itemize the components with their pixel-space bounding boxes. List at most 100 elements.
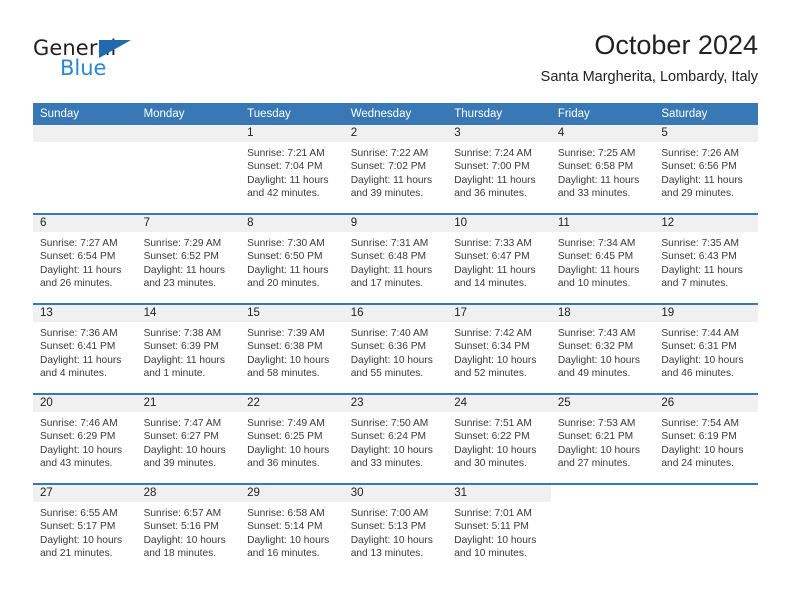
daylight-text: and 52 minutes. <box>454 368 527 380</box>
day-cell[interactable]: 5 Sunrise: 7:26 AM Sunset: 6:56 PM Daylight… <box>654 125 758 213</box>
day-number <box>551 485 655 502</box>
day-details: Sunrise: 7:36 AM Sunset: 6:41 PM Daylight:… <box>33 322 137 381</box>
day-number: 3 <box>447 125 551 142</box>
calendar-cell: 13 Sunrise: 7:36 AM Sunset: 6:41 PM Dayligh… <box>33 305 137 393</box>
day-details: Sunrise: 7:01 AM Sunset: 5:11 PM Daylight:… <box>447 502 551 561</box>
calendar-week-row: 6 Sunrise: 7:27 AM Sunset: 6:54 PM Daylight… <box>33 215 758 303</box>
day-cell[interactable]: 24 Sunrise: 7:51 AM Sunset: 6:22 PM Dayligh… <box>447 395 551 483</box>
sunset-text: Sunset: 6:22 PM <box>454 431 530 443</box>
day-number: 14 <box>136 305 241 322</box>
day-number: 25 <box>550 395 655 412</box>
day-cell[interactable]: 2 Sunrise: 7:22 AM Sunset: 7:02 PM Daylight… <box>343 125 448 213</box>
day-details: Sunrise: 7:40 AM Sunset: 6:36 PM Daylight:… <box>344 322 448 381</box>
sunrise-text: Sunrise: 7:29 AM <box>143 238 222 249</box>
day-cell[interactable]: 1 Sunrise: 7:21 AM Sunset: 7:04 PM Daylight… <box>240 125 344 213</box>
day-details: Sunrise: 7:54 AM Sunset: 6:19 PM Daylight:… <box>654 412 758 471</box>
calendar-cell: 19 Sunrise: 7:44 AM Sunset: 6:31 PM Dayligh… <box>654 305 758 393</box>
daylight-text: Daylight: 10 hours <box>143 534 226 546</box>
calendar-cell: 22 Sunrise: 7:49 AM Sunset: 6:25 PM Dayligh… <box>240 395 344 483</box>
daylight-text: Daylight: 10 hours <box>350 354 433 366</box>
day-number: 19 <box>654 305 758 322</box>
daylight-text: Daylight: 10 hours <box>247 534 330 546</box>
day-cell[interactable]: 29 Sunrise: 6:58 AM Sunset: 5:14 PM Dayligh… <box>240 485 344 573</box>
sunset-text: Sunset: 6:43 PM <box>661 251 737 263</box>
daylight-text: Daylight: 11 hours <box>40 354 122 366</box>
sunset-text: Sunset: 6:47 PM <box>454 251 530 263</box>
daylight-text: Daylight: 11 hours <box>661 174 743 186</box>
day-cell[interactable]: 22 Sunrise: 7:49 AM Sunset: 6:25 PM Dayligh… <box>240 395 344 483</box>
day-cell[interactable]: 18 Sunrise: 7:43 AM Sunset: 6:32 PM Dayligh… <box>550 305 655 393</box>
empty-day-cell <box>33 125 137 213</box>
daylight-text: and 36 minutes. <box>454 188 527 200</box>
day-cell[interactable]: 15 Sunrise: 7:39 AM Sunset: 6:38 PM Dayligh… <box>240 305 344 393</box>
day-number: 13 <box>33 305 137 322</box>
day-details: Sunrise: 7:43 AM Sunset: 6:32 PM Daylight:… <box>551 322 655 381</box>
day-cell[interactable]: 3 Sunrise: 7:24 AM Sunset: 7:00 PM Daylight… <box>447 125 551 213</box>
daylight-text: and 46 minutes. <box>661 368 734 380</box>
day-number <box>654 485 758 502</box>
day-details: Sunrise: 7:33 AM Sunset: 6:47 PM Daylight:… <box>447 232 551 291</box>
day-cell[interactable]: 12 Sunrise: 7:35 AM Sunset: 6:43 PM Dayligh… <box>654 215 758 303</box>
day-cell[interactable]: 27 Sunrise: 6:55 AM Sunset: 5:17 PM Dayligh… <box>33 485 137 573</box>
calendar-cell: 20 Sunrise: 7:46 AM Sunset: 6:29 PM Dayligh… <box>33 395 137 483</box>
day-details: Sunrise: 7:29 AM Sunset: 6:52 PM Daylight:… <box>137 232 241 291</box>
sunrise-text: Sunrise: 7:54 AM <box>661 418 739 429</box>
day-number: 27 <box>33 485 137 502</box>
sunset-text: Sunset: 6:32 PM <box>557 341 634 353</box>
day-cell[interactable]: 11 Sunrise: 7:34 AM Sunset: 6:45 PM Dayligh… <box>550 215 655 303</box>
sunrise-text: Sunrise: 7:39 AM <box>247 328 325 339</box>
day-cell[interactable]: 25 Sunrise: 7:53 AM Sunset: 6:21 PM Dayligh… <box>550 395 655 483</box>
sunrise-text: Sunrise: 7:33 AM <box>454 238 532 249</box>
general-blue-logo[interactable]: General Blue <box>33 36 223 88</box>
day-number: 23 <box>343 395 448 412</box>
day-details: Sunrise: 7:49 AM Sunset: 6:25 PM Daylight:… <box>240 412 344 471</box>
calendar-week-row: 27 Sunrise: 6:55 AM Sunset: 5:17 PM Dayligh… <box>33 485 758 573</box>
day-cell[interactable]: 16 Sunrise: 7:40 AM Sunset: 6:36 PM Dayligh… <box>343 305 448 393</box>
day-cell[interactable]: 7 Sunrise: 7:29 AM Sunset: 6:52 PM Daylight… <box>136 215 241 303</box>
calendar-cell: 7 Sunrise: 7:29 AM Sunset: 6:52 PM Daylight… <box>136 215 241 303</box>
brand-name-blue: Blue <box>60 56 107 80</box>
daylight-text: and 39 minutes. <box>350 188 424 200</box>
daylight-text: Daylight: 10 hours <box>247 354 330 366</box>
weekday-header-monday: Monday <box>136 103 241 125</box>
day-cell[interactable]: 9 Sunrise: 7:31 AM Sunset: 6:48 PM Daylight… <box>343 215 448 303</box>
day-cell[interactable]: 26 Sunrise: 7:54 AM Sunset: 6:19 PM Dayligh… <box>654 395 758 483</box>
sunset-text: Sunset: 6:38 PM <box>247 341 323 353</box>
day-number: 9 <box>343 215 448 232</box>
day-number: 12 <box>654 215 758 232</box>
day-cell[interactable]: 31 Sunrise: 7:01 AM Sunset: 5:11 PM Dayligh… <box>447 485 551 573</box>
calendar-cell: 5 Sunrise: 7:26 AM Sunset: 6:56 PM Daylight… <box>654 125 758 213</box>
daylight-text: Daylight: 11 hours <box>143 264 225 276</box>
empty-day-cell <box>654 485 758 573</box>
day-cell[interactable]: 8 Sunrise: 7:30 AM Sunset: 6:50 PM Daylight… <box>240 215 344 303</box>
day-cell[interactable]: 10 Sunrise: 7:33 AM Sunset: 6:47 PM Dayligh… <box>447 215 551 303</box>
daylight-text: Daylight: 11 hours <box>454 264 536 276</box>
daylight-text: Daylight: 10 hours <box>454 354 537 366</box>
daylight-text: Daylight: 10 hours <box>557 354 640 366</box>
sunrise-text: Sunrise: 7:35 AM <box>661 238 739 249</box>
day-cell[interactable]: 21 Sunrise: 7:47 AM Sunset: 6:27 PM Dayligh… <box>136 395 241 483</box>
day-cell[interactable]: 13 Sunrise: 7:36 AM Sunset: 6:41 PM Dayligh… <box>33 305 137 393</box>
sunset-text: Sunset: 6:19 PM <box>661 431 737 443</box>
calendar-cell: 2 Sunrise: 7:22 AM Sunset: 7:02 PM Daylight… <box>343 125 448 213</box>
day-cell[interactable]: 19 Sunrise: 7:44 AM Sunset: 6:31 PM Dayligh… <box>654 305 758 393</box>
sunset-text: Sunset: 7:02 PM <box>350 161 427 173</box>
day-cell[interactable]: 6 Sunrise: 7:27 AM Sunset: 6:54 PM Daylight… <box>33 215 137 303</box>
daylight-text: Daylight: 10 hours <box>557 444 640 456</box>
day-cell[interactable]: 28 Sunrise: 6:57 AM Sunset: 5:16 PM Dayligh… <box>136 485 241 573</box>
day-details: Sunrise: 7:25 AM Sunset: 6:58 PM Daylight:… <box>551 142 655 201</box>
day-number: 15 <box>240 305 344 322</box>
day-cell[interactable]: 14 Sunrise: 7:38 AM Sunset: 6:39 PM Dayligh… <box>136 305 241 393</box>
day-cell[interactable]: 30 Sunrise: 7:00 AM Sunset: 5:13 PM Dayligh… <box>343 485 448 573</box>
daylight-text: Daylight: 11 hours <box>350 174 433 186</box>
calendar-cell: 24 Sunrise: 7:51 AM Sunset: 6:22 PM Dayligh… <box>447 395 551 483</box>
day-cell[interactable]: 4 Sunrise: 7:25 AM Sunset: 6:58 PM Daylight… <box>550 125 655 213</box>
day-cell[interactable]: 20 Sunrise: 7:46 AM Sunset: 6:29 PM Dayligh… <box>33 395 137 483</box>
day-cell[interactable]: 23 Sunrise: 7:50 AM Sunset: 6:24 PM Dayligh… <box>343 395 448 483</box>
day-number: 16 <box>343 305 448 322</box>
day-details: Sunrise: 7:30 AM Sunset: 6:50 PM Daylight:… <box>240 232 344 291</box>
day-number: 5 <box>654 125 758 142</box>
daylight-text: and 10 minutes. <box>557 278 631 290</box>
day-cell[interactable]: 17 Sunrise: 7:42 AM Sunset: 6:34 PM Dayligh… <box>447 305 551 393</box>
daylight-text: Daylight: 11 hours <box>247 264 329 276</box>
